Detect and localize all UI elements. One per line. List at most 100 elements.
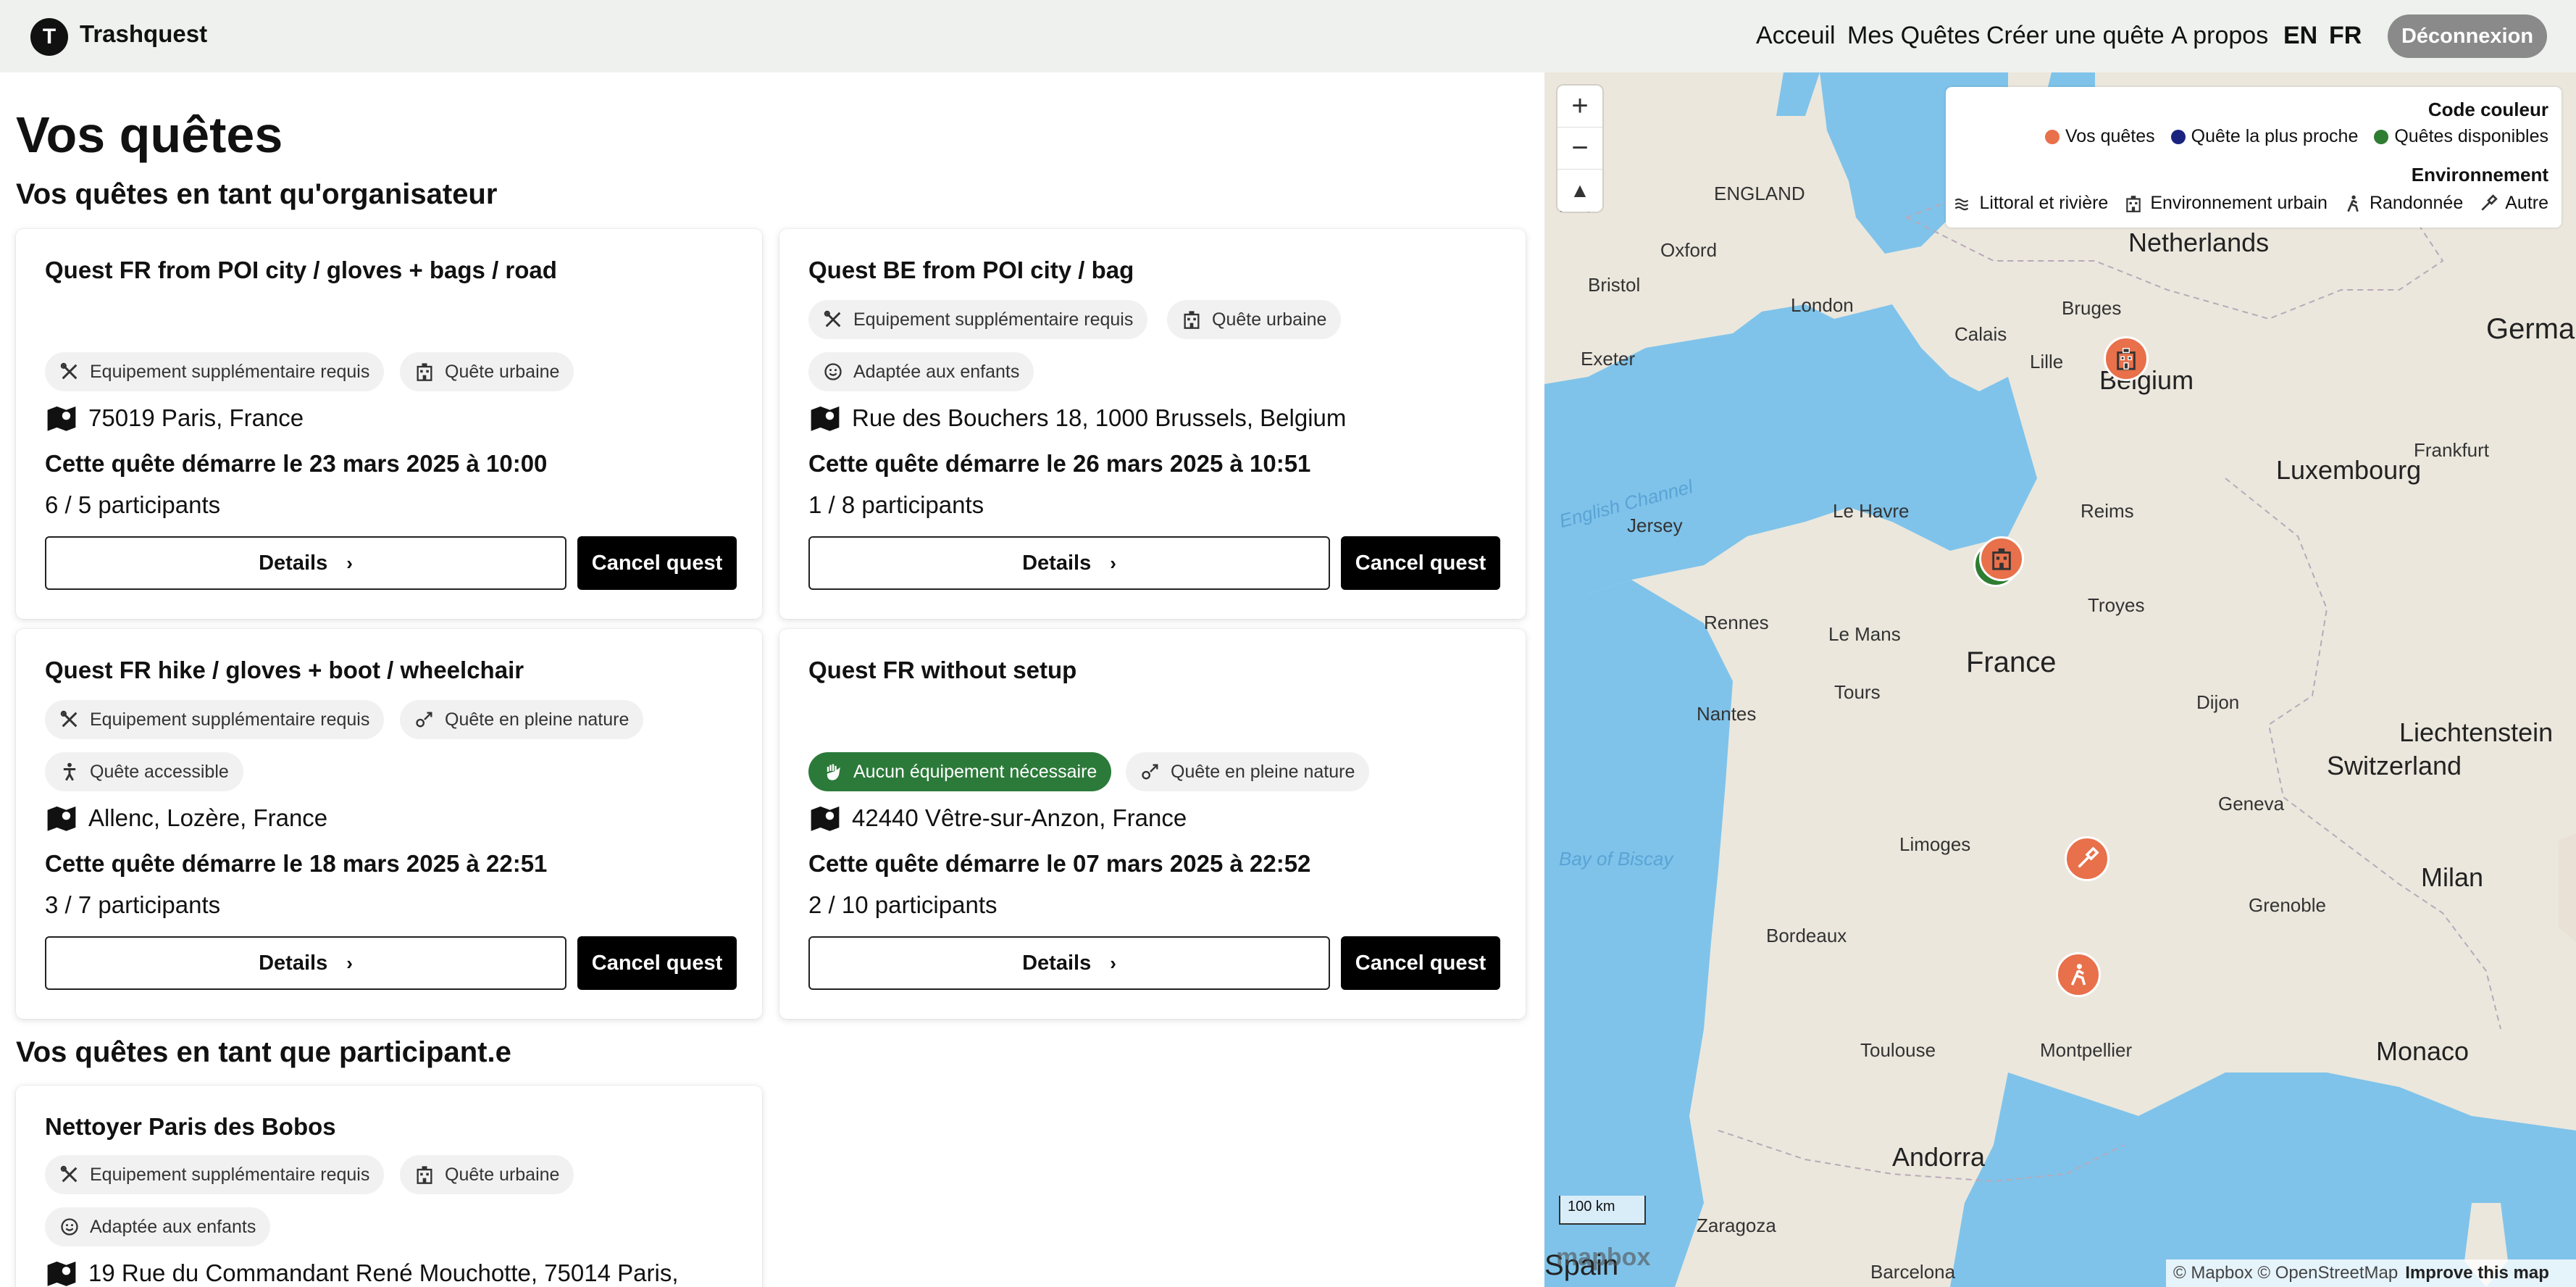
map-label-bordeaux: Bordeaux [1766,925,1847,946]
building-icon [1992,547,2011,570]
map-label-troyes: Troyes [2088,594,2145,616]
quest-card: Quest BE from POI city / bag Equipement … [779,229,1526,619]
logo-icon[interactable]: T [30,18,68,56]
hiker-icon [2070,964,2086,986]
quest-card: Quest FR from POI city / gloves + bags /… [16,229,762,619]
chevron-right-icon: › [346,951,353,974]
map-label-jersey: Jersey [1627,515,1683,536]
quest-marker-paris[interactable] [1979,536,2024,581]
building-icon [417,1165,432,1184]
details-button[interactable]: Details › [808,536,1330,590]
lang-fr-button[interactable]: FR [2329,22,2362,50]
map-label-germany: Germany [2486,313,2576,345]
quest-address: Allenc, Lozère, France [45,803,327,833]
building-icon [2126,194,2141,212]
top-navbar: T Trashquest Acceuil Mes Quêtes Créer un… [0,0,2576,72]
details-button[interactable]: Details › [45,536,566,590]
waves-icon [1955,198,1969,210]
broom-icon [2481,193,2498,211]
map-label-andorra: Andorra [1892,1142,1986,1172]
quest-participants: 1 / 8 participants [808,491,984,518]
quest-date: Cette quête démarre le 07 mars 2025 à 22… [808,850,1311,877]
accessible-icon [62,762,77,782]
organizer-section-title: Vos quêtes en tant qu'organisateur [16,178,498,210]
quest-address: 19 Rue du Commandant René Mouchotte, 750… [45,1258,679,1287]
map-label-bay-of-biscay: Bay of Biscay [1559,848,1673,870]
participant-section-title: Vos quêtes en tant que participant.e [16,1036,511,1068]
chip-nature: Quête en pleine nature [400,700,644,739]
logout-button[interactable]: Déconnexion [2388,14,2547,58]
building-icon [2117,347,2136,370]
chip-kids: Adaptée aux enfants [45,1207,271,1246]
nav-home[interactable]: Acceuil [1756,22,1836,50]
map-label-monaco: Monaco [2376,1036,2470,1066]
quest-participants: 6 / 5 participants [45,491,221,518]
cancel-quest-button[interactable]: Cancel quest [1341,536,1500,590]
quest-map[interactable]: ENGLAND LES Oxford Bristol London Exeter… [1544,72,2576,1287]
quest-card: Quest FR without setup Aucun équipement … [779,629,1526,1019]
map-label-luxembourg: Luxembourg [2276,455,2422,485]
cancel-quest-button[interactable]: Cancel quest [577,536,737,590]
map-label-geneva: Geneva [2218,793,2285,815]
legend-env-title: Environnement [2411,164,2548,186]
nav-my-quests[interactable]: Mes Quêtes [1847,22,1980,50]
map-label-exeter: Exeter [1581,348,1636,370]
nature-icon [1142,764,1158,780]
chevron-right-icon: › [1110,951,1116,974]
compass-icon[interactable]: ▲ [1557,170,1602,212]
quest-title: Quest FR without setup [808,657,1077,683]
nav-create-quest[interactable]: Créer une quête [1986,22,2165,50]
map-label-france: France [1966,646,2057,678]
chevron-right-icon: › [1110,551,1116,574]
map-label-switzerland: Switzerland [2327,751,2462,780]
tools-icon [60,710,78,728]
navy-dot-icon [2170,129,2186,144]
page-title: Vos quêtes [16,107,283,163]
quest-title: Quest FR from POI city / gloves + bags /… [45,257,557,283]
map-label-montpellier: Montpellier [2040,1039,2133,1061]
legend-envs: Littoral et rivière Environnement urbain… [1937,193,2548,214]
details-button[interactable]: Details › [808,936,1330,990]
mapbox-logo[interactable]: mapbox [1556,1244,1650,1272]
tools-icon [60,1165,78,1183]
quest-participants: 2 / 10 participants [808,891,998,918]
attribution-text[interactable]: © Mapbox © OpenStreetMap [2173,1263,2398,1283]
chip-urban: Quête urbaine [400,1155,574,1194]
cancel-quest-button[interactable]: Cancel quest [1341,936,1500,990]
map-legend: Code couleur Vos quêtes Quête la plus pr… [1946,87,2562,228]
brand-name[interactable]: Trashquest [80,20,207,48]
quest-marker-vetre[interactable] [2065,836,2109,881]
map-label-calais: Calais [1954,323,2007,345]
quest-address: 42440 Vêtre-sur-Anzon, France [808,803,1187,833]
map-label-lille: Lille [2030,351,2064,372]
quest-marker-allenc[interactable] [2056,952,2101,997]
chip-urban: Quête urbaine [400,352,574,391]
cancel-quest-button[interactable]: Cancel quest [577,936,737,990]
quest-date: Cette quête démarre le 23 mars 2025 à 10… [45,450,548,477]
improve-map-link[interactable]: Improve this map [2405,1263,2549,1283]
chip-accessible: Quête accessible [45,752,243,791]
quest-address: 75019 Paris, France [45,403,304,433]
zoom-out-button[interactable]: − [1557,128,1602,170]
broom-icon [2078,846,2099,868]
nature-icon [416,712,432,728]
map-label-limoges: Limoges [1899,833,1971,855]
building-icon [1184,310,1200,329]
map-icon [811,806,840,831]
map-label-le-mans: Le Mans [1828,623,1901,645]
map-label-barcelona: Barcelona [1870,1261,1956,1283]
zoom-in-button[interactable]: + [1557,86,1602,128]
details-button[interactable]: Details › [45,936,566,990]
green-dot-icon [2374,129,2389,144]
legend-colors: Vos quêtes Quête la plus proche Quêtes d… [2029,126,2548,147]
map-icon [47,1261,76,1286]
map-label-nantes: Nantes [1697,703,1757,725]
lang-en-button[interactable]: EN [2283,22,2317,50]
quest-title: Quest FR hike / gloves + boot / wheelcha… [45,657,524,683]
map-label-toulouse: Toulouse [1860,1039,1936,1061]
chip-no-equipment: Aucun équipement nécessaire [808,752,1112,791]
orange-dot-icon [2044,129,2059,144]
nav-about[interactable]: A propos [2171,22,2268,50]
quest-marker-brussels[interactable] [2104,336,2149,381]
chip-kids: Adaptée aux enfants [808,352,1034,391]
